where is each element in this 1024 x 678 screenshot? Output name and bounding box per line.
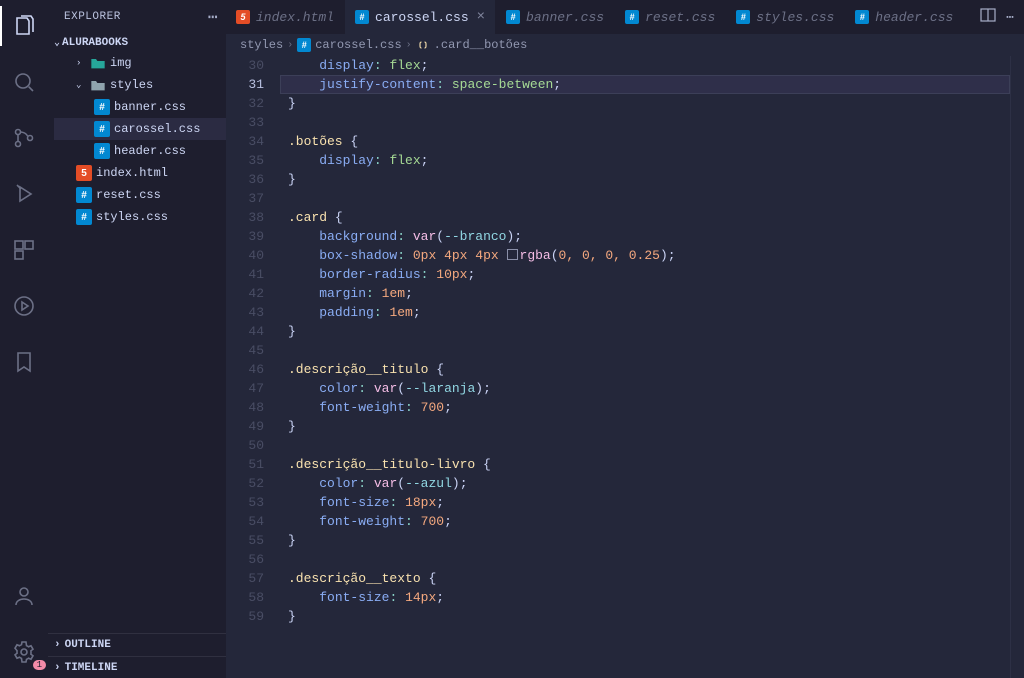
activity-bar: 1: [0, 0, 48, 678]
html-file-icon: 5: [236, 10, 250, 24]
file-styles-css[interactable]: # styles.css: [54, 206, 226, 228]
chevron-right-icon: ›: [54, 639, 61, 651]
css-file-icon: #: [94, 121, 110, 137]
tab-carossel-css[interactable]: # carossel.css ×: [345, 0, 496, 34]
file-tree: › img ⌄ styles # banner.css # carossel.c…: [48, 52, 226, 228]
chevron-right-icon: ›: [406, 40, 412, 51]
editor-more-icon[interactable]: ⋯: [1006, 10, 1014, 25]
activity-account-icon[interactable]: [0, 576, 48, 616]
activity-explorer-icon[interactable]: [0, 6, 48, 46]
editor-group: 5 index.html # carossel.css × # banner.c…: [226, 0, 1024, 678]
settings-badge: 1: [33, 660, 46, 670]
project-name: ALURABOOKS: [62, 37, 128, 49]
activity-liveshare-icon[interactable]: [0, 286, 48, 326]
code-editor[interactable]: 3031323334353637383940414243444546474849…: [226, 56, 1024, 678]
explorer-more-icon[interactable]: ⋯: [208, 7, 218, 27]
folder-icon: [90, 55, 106, 71]
css-file-icon: #: [297, 38, 311, 52]
code-content[interactable]: display: flex; justify-content: space-be…: [280, 56, 1010, 678]
chevron-down-icon: ⌄: [54, 37, 60, 49]
folder-img[interactable]: › img: [54, 52, 226, 74]
breadcrumb-styles[interactable]: styles: [240, 38, 283, 52]
chevron-right-icon: ›: [54, 662, 61, 674]
file-carossel-css[interactable]: # carossel.css: [54, 118, 226, 140]
close-icon[interactable]: ×: [477, 9, 485, 25]
tab-styles-css[interactable]: # styles.css: [726, 0, 845, 34]
activity-search-icon[interactable]: [0, 62, 48, 102]
css-file-icon: #: [625, 10, 639, 24]
symbol-icon: [416, 38, 430, 52]
activity-debug-icon[interactable]: [0, 174, 48, 214]
chevron-down-icon: ⌄: [76, 80, 86, 90]
file-banner-css[interactable]: # banner.css: [54, 96, 226, 118]
css-file-icon: #: [355, 10, 369, 24]
css-file-icon: #: [76, 209, 92, 225]
activity-settings-icon[interactable]: 1: [0, 632, 48, 672]
tab-banner-css[interactable]: # banner.css: [496, 0, 615, 34]
project-section-header[interactable]: ⌄ ALURABOOKS: [48, 34, 226, 52]
file-reset-css[interactable]: # reset.css: [54, 184, 226, 206]
explorer-title: EXPLORER: [64, 11, 121, 23]
activity-extensions-icon[interactable]: [0, 230, 48, 270]
chevron-right-icon: ›: [287, 40, 293, 51]
breadcrumbs-bar[interactable]: styles › # carossel.css › .card__botões: [226, 34, 1024, 56]
html-file-icon: 5: [76, 165, 92, 181]
timeline-section[interactable]: › TIMELINE: [48, 656, 226, 678]
split-editor-icon[interactable]: [980, 7, 996, 27]
folder-styles[interactable]: ⌄ styles: [54, 74, 226, 96]
breadcrumb-file[interactable]: # carossel.css: [297, 38, 401, 52]
css-file-icon: #: [94, 143, 110, 159]
css-file-icon: #: [736, 10, 750, 24]
css-file-icon: #: [506, 10, 520, 24]
css-file-icon: #: [76, 187, 92, 203]
explorer-sidebar: EXPLORER ⋯ ⌄ ALURABOOKS › img ⌄ styles #…: [48, 0, 226, 678]
minimap[interactable]: [1010, 56, 1024, 678]
outline-section[interactable]: › OUTLINE: [48, 634, 226, 656]
file-header-css[interactable]: # header.css: [54, 140, 226, 162]
activity-bookmark-icon[interactable]: [0, 342, 48, 382]
tabs-bar: 5 index.html # carossel.css × # banner.c…: [226, 0, 1024, 34]
tab-header-css[interactable]: # header.css: [845, 0, 964, 34]
tab-index-html[interactable]: 5 index.html: [226, 0, 345, 34]
file-index-html[interactable]: 5 index.html: [54, 162, 226, 184]
css-file-icon: #: [94, 99, 110, 115]
tab-reset-css[interactable]: # reset.css: [615, 0, 726, 34]
line-number-gutter: 3031323334353637383940414243444546474849…: [226, 56, 280, 678]
css-file-icon: #: [855, 10, 869, 24]
activity-scm-icon[interactable]: [0, 118, 48, 158]
folder-icon: [90, 77, 106, 93]
breadcrumb-symbol[interactable]: .card__botões: [416, 38, 528, 52]
chevron-right-icon: ›: [76, 58, 86, 68]
